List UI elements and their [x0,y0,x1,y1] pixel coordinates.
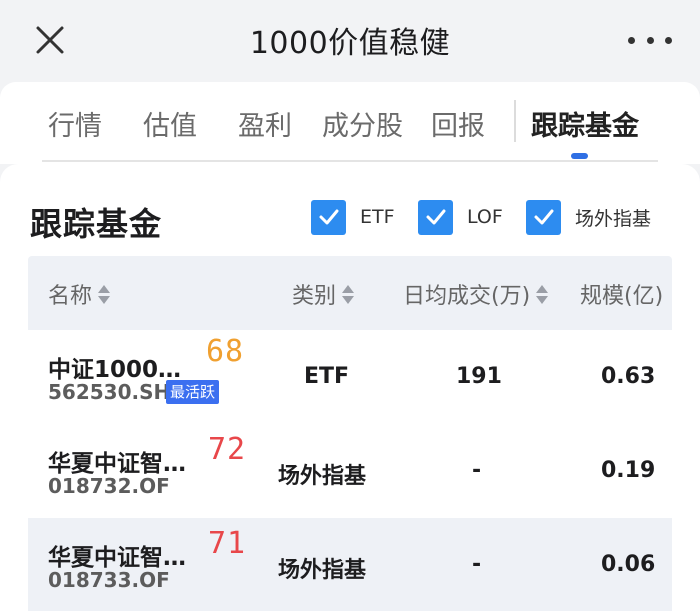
tab-profit[interactable]: 盈利 [238,104,292,143]
filter-label: LOF [467,206,503,228]
fund-name: 华夏中证智… [48,545,186,571]
tab-market[interactable]: 行情 [48,104,102,143]
fund-code: 018732.OF [48,474,170,498]
checkbox-checked-icon[interactable] [311,199,346,235]
fund-volume: - [472,458,482,483]
column-header-label: 名称 [48,284,93,309]
column-header-scale[interactable]: 规模(亿) [580,278,663,310]
sort-icon[interactable] [536,284,549,304]
table-header: 名称 类别 日均成交(万) 规模(亿) [28,256,672,330]
sort-icon[interactable] [342,284,355,304]
checkbox-checked-icon[interactable] [526,199,561,235]
tab-valuation[interactable]: 估值 [143,104,197,143]
table-row[interactable]: 中证1000… 562530.SH 最活跃 68 ETF 191 0.63 [28,330,672,424]
column-header-label: 日均成交(万) [403,284,531,309]
filter-off-exchange[interactable]: 场外指基 [526,199,651,235]
score-value: 68 [206,334,245,369]
tabs-underline [42,160,658,162]
active-tab-indicator [571,153,588,159]
column-header-label: 规模(亿) [580,284,664,309]
tab-divider [514,100,516,142]
column-header-category[interactable]: 类别 [292,278,355,310]
fund-volume: 191 [456,364,502,389]
tab-returns[interactable]: 回报 [431,104,485,143]
fund-name: 中证1000… [48,357,182,383]
more-dot-icon [628,36,635,44]
fund-name: 华夏中证智… [48,451,186,477]
top-nav-bar: 1000价值稳健 [0,0,700,80]
fund-scale: 0.06 [601,552,656,577]
fund-scale: 0.19 [601,458,656,483]
tracking-funds-card: 跟踪基金 ETF LOF 场外指基 名称 类别 日均成交(万) 规模(亿) 中证… [0,164,700,611]
more-dot-icon [646,36,654,44]
fund-volume: - [472,552,482,577]
table-row[interactable]: 华夏中证智… 018732.OF 72 场外指基 - 0.19 [28,424,672,518]
section-title: 跟踪基金 [30,205,163,243]
tab-bar: 行情 估值 盈利 成分股 回报 跟踪基金 [0,82,700,164]
fund-category: 场外指基 [278,464,367,489]
column-header-name[interactable]: 名称 [48,278,111,310]
fund-code: 562530.SH [48,380,171,404]
page-title: 1000价值稳健 [249,26,451,61]
column-header-label: 类别 [292,284,337,309]
tab-constituents[interactable]: 成分股 [322,104,403,143]
filter-lof[interactable]: LOF [418,199,503,235]
tab-tracking-funds[interactable]: 跟踪基金 [531,104,639,143]
fund-scale: 0.63 [601,364,656,389]
more-options-button[interactable] [628,26,672,54]
more-dot-icon [665,36,672,44]
filter-label: 场外指基 [575,207,652,230]
funds-table: 名称 类别 日均成交(万) 规模(亿) 中证1000… 562530.SH 最活… [28,256,672,611]
checkbox-checked-icon[interactable] [418,199,453,235]
sort-icon[interactable] [98,284,111,304]
fund-category: ETF [304,364,350,389]
score-value: 72 [208,432,247,467]
column-header-volume[interactable]: 日均成交(万) [403,278,549,310]
filter-label: ETF [360,206,395,228]
score-value: 71 [208,526,247,561]
filter-etf[interactable]: ETF [311,199,395,235]
most-active-badge: 最活跃 [166,380,220,404]
fund-code: 018733.OF [48,568,170,592]
fund-category: 场外指基 [278,558,367,583]
table-row[interactable]: 华夏中证智… 018733.OF 71 场外指基 - 0.06 [28,518,672,611]
